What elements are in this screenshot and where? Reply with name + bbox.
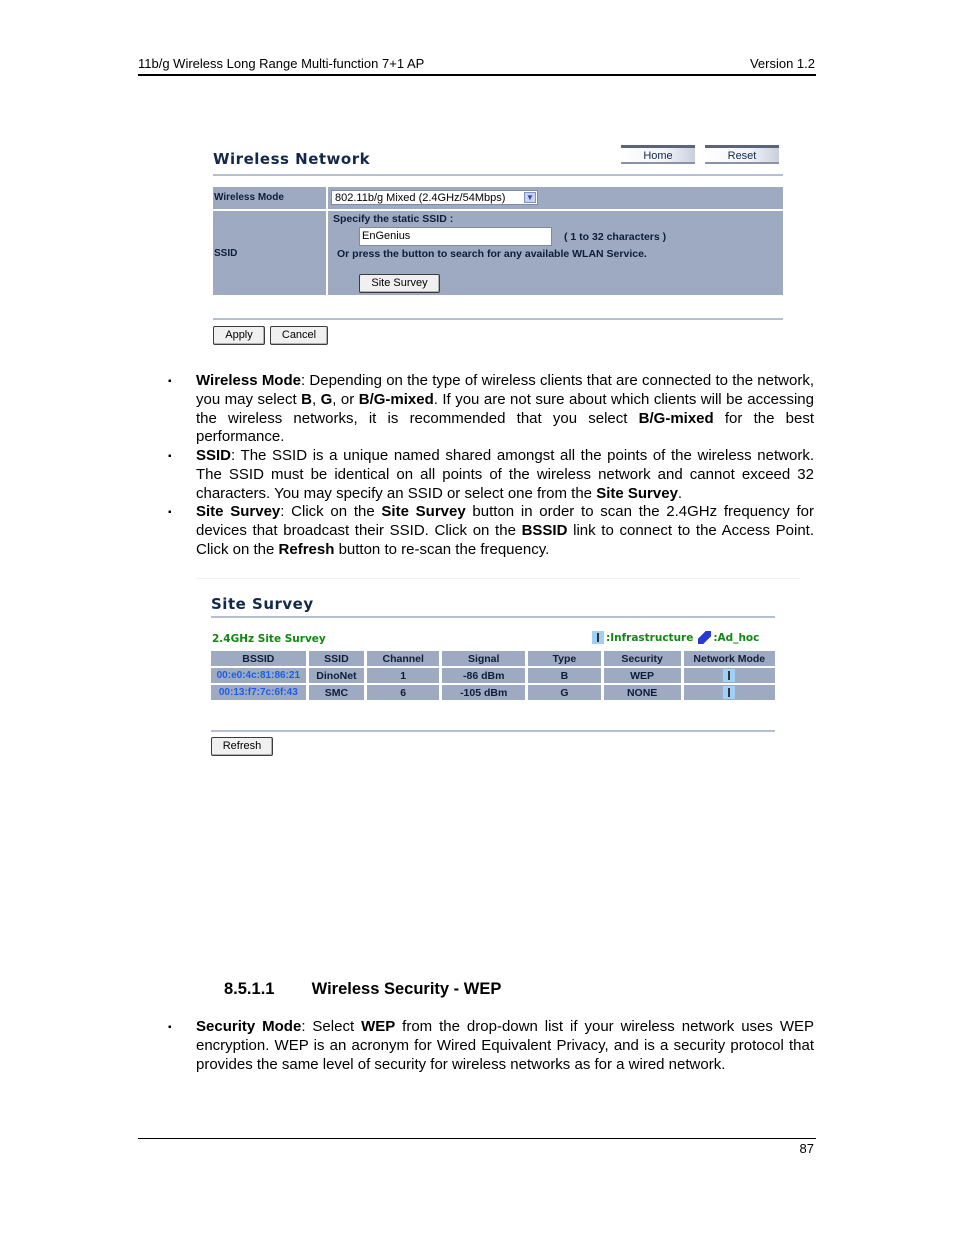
infrastructure-icon <box>592 631 604 644</box>
column-header: Type <box>528 651 601 666</box>
table-separator <box>211 730 775 732</box>
title-separator <box>213 174 783 176</box>
term: Wireless Mode <box>196 372 301 389</box>
footer-rule <box>138 1138 816 1139</box>
adhoc-icon <box>698 631 712 644</box>
term: Security Mode <box>196 1018 302 1035</box>
channel-cell: 6 <box>367 685 440 700</box>
section-heading: 8.5.1.1 Wireless Security - WEP <box>224 980 501 999</box>
security-cell: WEP <box>603 668 681 683</box>
column-header: Channel <box>367 651 440 666</box>
column-header: Security <box>603 651 681 666</box>
wireless-mode-description: Wireless Mode: Depending on the type of … <box>196 372 814 446</box>
site-survey-table: BSSID SSID Channel Signal Type Security … <box>208 649 778 702</box>
site-survey-separator <box>211 616 775 618</box>
site-survey-title: Site Survey <box>211 595 314 613</box>
section-title: Wireless Security - WEP <box>311 980 502 998</box>
column-header: SSID <box>308 651 365 666</box>
bssid-link[interactable]: 00:e0:4c:81:86:21 <box>211 668 306 683</box>
network-mode-cell <box>683 668 775 683</box>
wireless-mode-select[interactable]: 802.11b/g Mixed (2.4GHz/54Mbps) ▼ <box>331 190 538 205</box>
search-wlan-text: Or press the button to search for any av… <box>337 248 647 260</box>
home-button[interactable]: Home <box>621 145 695 164</box>
table-row: 00:e0:4c:81:86:21 DinoNet 1 -86 dBm B WE… <box>211 668 775 683</box>
column-header: BSSID <box>211 651 306 666</box>
infrastructure-icon <box>723 686 736 699</box>
refresh-button[interactable]: Refresh <box>211 737 273 756</box>
bullet-marker: ▪ <box>168 1022 172 1033</box>
page-number: 87 <box>799 1141 814 1156</box>
chevron-down-icon[interactable]: ▼ <box>524 192 536 203</box>
network-mode-cell <box>683 685 775 700</box>
wireless-mode-label: Wireless Mode <box>214 192 284 203</box>
specify-ssid-text: Specify the static SSID : <box>333 213 454 225</box>
ssid-description: SSID: The SSID is a unique named shared … <box>196 447 814 502</box>
signal-cell: -105 dBm <box>442 685 526 700</box>
ssid-input[interactable]: EnGenius <box>359 227 552 246</box>
signal-cell: -86 dBm <box>442 668 526 683</box>
table-row: 00:13:f7:7c:6f:43 SMC 6 -105 dBm G NONE <box>211 685 775 700</box>
legend-infrastructure: :Infrastructure <box>606 631 694 644</box>
column-header: Network Mode <box>683 651 775 666</box>
legend-adhoc: :Ad_hoc <box>713 631 760 644</box>
ssid-hint: ( 1 to 32 characters ) <box>564 231 667 243</box>
infrastructure-icon <box>723 669 736 682</box>
document-title: 11b/g Wireless Long Range Multi-function… <box>138 56 425 71</box>
column-header: Signal <box>442 651 526 666</box>
wireless-mode-selected: 802.11b/g Mixed (2.4GHz/54Mbps) <box>335 192 506 204</box>
bullet-marker: ▪ <box>168 451 172 462</box>
security-mode-description: Security Mode: Select WEP from the drop-… <box>196 1018 814 1073</box>
apply-button[interactable]: Apply <box>213 326 265 345</box>
type-cell: G <box>528 685 601 700</box>
channel-cell: 1 <box>367 668 440 683</box>
wireless-network-title: Wireless Network <box>213 150 371 168</box>
ssid-cell: SMC <box>308 685 365 700</box>
header-rule <box>138 74 816 76</box>
wireless-mode-value-cell: 802.11b/g Mixed (2.4GHz/54Mbps) ▼ <box>328 187 783 209</box>
running-header: 11b/g Wireless Long Range Multi-function… <box>138 56 815 71</box>
site-survey-description: Site Survey: Click on the Site Survey bu… <box>196 503 814 558</box>
security-cell: NONE <box>603 685 681 700</box>
cancel-button[interactable]: Cancel <box>270 326 328 345</box>
form-separator <box>213 318 783 320</box>
screenshot-border <box>196 578 800 579</box>
document-version: Version 1.2 <box>749 56 815 71</box>
network-mode-legend: :Infrastructure :Ad_hoc <box>592 631 759 644</box>
term: Site Survey <box>196 503 281 520</box>
ssid-value-cell: Specify the static SSID : EnGenius ( 1 t… <box>328 211 783 295</box>
section-number: 8.5.1.1 <box>224 980 275 998</box>
site-survey-button[interactable]: Site Survey <box>359 274 440 293</box>
bullet-marker: ▪ <box>168 507 172 518</box>
site-survey-subtitle: 2.4GHz Site Survey <box>212 633 326 645</box>
ssid-cell: DinoNet <box>308 668 365 683</box>
bullet-marker: ▪ <box>168 376 172 387</box>
table-header-row: BSSID SSID Channel Signal Type Security … <box>211 651 775 666</box>
ssid-label-cell: SSID <box>213 211 326 295</box>
ssid-label: SSID <box>214 248 238 259</box>
term: SSID <box>196 447 232 464</box>
bssid-link[interactable]: 00:13:f7:7c:6f:43 <box>211 685 306 700</box>
type-cell: B <box>528 668 601 683</box>
reset-button[interactable]: Reset <box>705 145 779 164</box>
wireless-mode-label-cell: Wireless Mode <box>213 187 326 209</box>
